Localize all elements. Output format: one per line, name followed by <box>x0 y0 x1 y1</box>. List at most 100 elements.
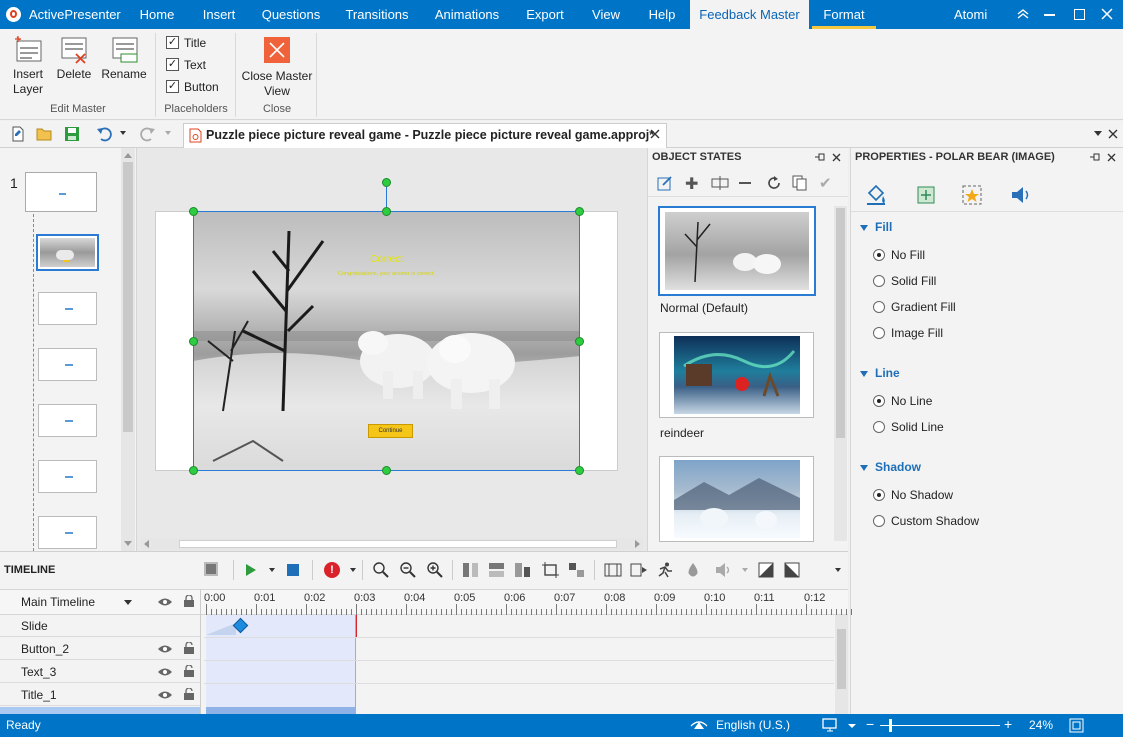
layout-thumbnail[interactable] <box>38 516 97 549</box>
resize-handle[interactable] <box>575 466 584 475</box>
zoom-out-button[interactable]: − <box>866 717 874 731</box>
fit-view-icon[interactable] <box>822 718 838 732</box>
solid-fill-radio[interactable]: Solid Fill <box>873 274 936 288</box>
eye-icon[interactable] <box>157 690 173 700</box>
title-checkbox[interactable]: ✓ Title <box>166 35 206 53</box>
resize-handle[interactable] <box>382 207 391 216</box>
zoom-out-icon[interactable] <box>399 561 416 578</box>
play-dropdown-icon[interactable] <box>269 568 275 572</box>
resize-handle[interactable] <box>382 466 391 475</box>
states-scrollbar[interactable] <box>834 206 847 541</box>
audio-speaker-icon[interactable] <box>1009 184 1031 206</box>
tab-home[interactable]: Home <box>128 0 186 29</box>
rename-state-icon[interactable] <box>711 175 729 191</box>
lock-icon[interactable] <box>183 595 195 607</box>
redo-dropdown-icon[interactable] <box>165 131 171 135</box>
zoom-slider[interactable] <box>880 725 1000 726</box>
timeline-dropdown-icon[interactable] <box>124 600 132 605</box>
solid-line-radio[interactable]: Solid Line <box>873 420 944 434</box>
rename-button[interactable]: Rename <box>100 35 148 82</box>
resize-handle[interactable] <box>575 207 584 216</box>
resize-handle[interactable] <box>189 337 198 346</box>
fill-bucket-icon[interactable] <box>865 184 887 206</box>
duplicate-state-icon[interactable] <box>792 175 808 191</box>
custom-shadow-radio[interactable]: Custom Shadow <box>873 514 979 528</box>
unlock-icon[interactable] <box>183 688 195 700</box>
view-dropdown-icon[interactable] <box>848 724 856 728</box>
gradient-fill-radio[interactable]: Gradient Fill <box>873 300 956 314</box>
close-document-icon[interactable] <box>650 129 660 139</box>
close-window-icon[interactable] <box>1101 8 1113 20</box>
insert-layer-button[interactable]: Insert Layer <box>6 35 50 97</box>
tab-list-dropdown-icon[interactable] <box>1094 131 1102 136</box>
fill-section-title[interactable]: Fill <box>875 220 892 234</box>
playhead[interactable] <box>356 615 357 637</box>
language-label[interactable]: English (U.S.) <box>716 718 790 732</box>
text-checkbox[interactable]: ✓ Text <box>166 57 206 75</box>
join-icon[interactable] <box>488 562 506 578</box>
no-fill-radio[interactable]: No Fill <box>873 248 925 262</box>
line-section-title[interactable]: Line <box>875 366 900 380</box>
zoom-in-icon[interactable] <box>426 561 443 578</box>
zoom-slider-thumb[interactable] <box>889 719 893 732</box>
time-ruler[interactable]: 0:00 0:01 0:02 0:03 0:04 0:05 0:06 0:07 0:08 0:09… <box>204 590 852 616</box>
main-timeline-label[interactable]: Main Timeline <box>21 595 95 609</box>
undo-icon[interactable] <box>96 126 112 142</box>
apply-state-icon[interactable]: ✔ <box>819 174 832 192</box>
layout-thumbnail[interactable] <box>38 460 97 493</box>
eye-icon[interactable] <box>157 597 173 607</box>
running-man-icon[interactable] <box>656 562 674 578</box>
fade-in-icon[interactable] <box>758 562 774 578</box>
tab-transitions[interactable]: Transitions <box>336 0 418 29</box>
edit-state-icon[interactable] <box>657 175 673 191</box>
tab-feedback-master[interactable]: Feedback Master <box>690 0 809 29</box>
unlock-icon[interactable] <box>183 642 195 654</box>
volume-dropdown-icon[interactable] <box>742 568 748 572</box>
insert-time-icon[interactable] <box>514 562 532 578</box>
layout-thumbnail-selected[interactable] <box>36 234 99 271</box>
canvas-horizontal-scrollbar[interactable] <box>141 538 643 550</box>
open-folder-icon[interactable] <box>36 126 53 142</box>
resize-handle[interactable] <box>575 337 584 346</box>
layer-icon[interactable] <box>204 562 218 576</box>
slides-scrollbar[interactable] <box>121 148 135 551</box>
state-thumbnail[interactable] <box>659 456 814 542</box>
collapse-ribbon-icon[interactable] <box>1016 8 1030 20</box>
line-collapse-icon[interactable] <box>860 371 868 377</box>
delete-button[interactable]: Delete <box>54 35 94 82</box>
state-thumbnail-selected[interactable] <box>658 206 816 296</box>
no-line-radio[interactable]: No Line <box>873 394 932 408</box>
no-shadow-radio[interactable]: No Shadow <box>873 488 953 502</box>
reset-state-icon[interactable] <box>766 175 782 191</box>
play-icon[interactable] <box>246 564 256 576</box>
fade-out-icon[interactable] <box>784 562 800 578</box>
close-master-view-button[interactable]: Close Master View <box>240 35 314 99</box>
tab-questions[interactable]: Questions <box>254 0 328 29</box>
language-icon[interactable] <box>690 718 708 732</box>
layout-thumbnail[interactable] <box>38 348 97 381</box>
close-all-icon[interactable] <box>1108 129 1118 139</box>
zoom-in-button[interactable]: + <box>1004 717 1012 731</box>
image-fill-radio[interactable]: Image Fill <box>873 326 943 340</box>
eye-icon[interactable] <box>157 667 173 677</box>
freeze-frame-icon[interactable] <box>604 562 622 578</box>
close-panel-icon[interactable] <box>1107 153 1116 162</box>
crop-icon[interactable] <box>542 562 559 578</box>
timeline-scrollbar[interactable] <box>835 615 848 715</box>
close-panel-icon[interactable] <box>832 153 841 162</box>
resize-handle[interactable] <box>189 466 198 475</box>
stop-icon[interactable] <box>287 564 299 576</box>
tab-help[interactable]: Help <box>638 0 686 29</box>
eye-icon[interactable] <box>157 644 173 654</box>
zoom-percent[interactable]: 24% <box>1029 718 1053 732</box>
master-slide-thumbnail[interactable] <box>25 172 97 212</box>
button-checkbox[interactable]: ✓ Button <box>166 79 219 97</box>
resize-handle[interactable] <box>189 207 198 216</box>
add-state-icon[interactable]: ✚ <box>685 174 698 194</box>
rotation-handle[interactable] <box>382 178 391 187</box>
pin-icon[interactable] <box>1089 152 1101 162</box>
fit-window-icon[interactable] <box>1069 718 1084 733</box>
user-name[interactable]: Atomi <box>954 0 987 29</box>
blur-drop-icon[interactable] <box>686 562 700 578</box>
delete-range-icon[interactable] <box>568 562 585 578</box>
